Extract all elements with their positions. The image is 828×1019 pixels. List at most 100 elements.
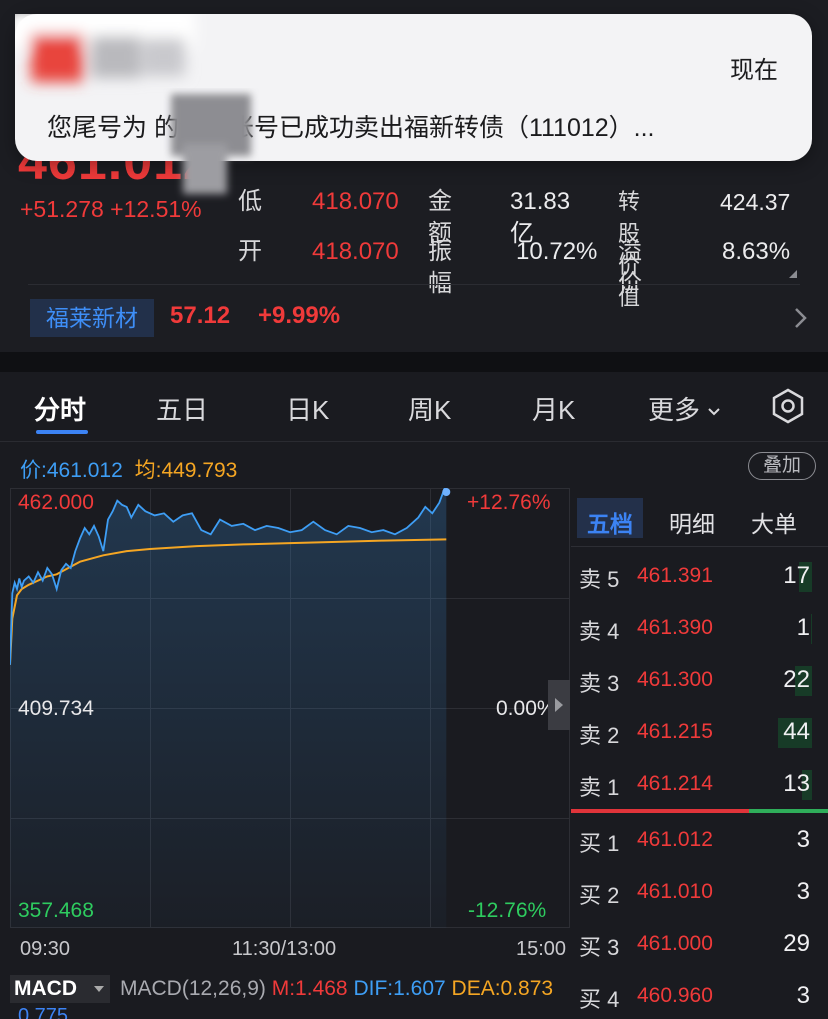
- y-axis-bottom-label: 357.468: [18, 899, 94, 922]
- ask-volume-bar: [811, 614, 812, 644]
- ask-label: 卖 4: [579, 619, 620, 644]
- overlay-button[interactable]: 叠加: [748, 452, 816, 480]
- ask-label: 卖 2: [579, 723, 620, 748]
- bid-label: 买 3: [579, 935, 620, 960]
- tab-monthly-k[interactable]: 月K: [532, 390, 575, 427]
- change-value: +51.278: [20, 196, 104, 222]
- avg-label: 均:: [134, 459, 162, 482]
- bid-row: 买 4 460.960 3: [571, 976, 828, 1016]
- ask-volume: 1: [796, 614, 810, 641]
- collapse-orderbook-tab[interactable]: [548, 680, 570, 730]
- x-axis-end-label: 15:00: [516, 938, 567, 960]
- ask-volume: 17: [783, 562, 810, 589]
- ask-row: 卖 4 461.390 1: [571, 608, 828, 648]
- bid-label: 买 2: [579, 883, 620, 908]
- tab-large-orders[interactable]: 大单: [751, 505, 797, 539]
- bid-volume: 3: [796, 878, 810, 905]
- ask-volume: 22: [783, 666, 810, 693]
- macd-m: M:1.468: [271, 977, 348, 1000]
- bid-label: 买 4: [579, 987, 620, 1012]
- pct-axis-mid-label: 0.00%: [496, 697, 556, 720]
- bid-volume: 3: [796, 826, 810, 853]
- chart-settings-icon[interactable]: [770, 388, 806, 424]
- open-value: 418.070: [312, 238, 399, 265]
- related-stock-name[interactable]: 福莱新材: [30, 299, 154, 337]
- section-gap: [0, 352, 828, 372]
- low-value: 418.070: [312, 188, 399, 215]
- macd-axis-label: 0.775: [18, 1005, 69, 1019]
- related-stock-price: 57.12: [170, 302, 231, 329]
- ask-price: 461.300: [637, 668, 713, 691]
- indicator-bar: MACD MACD(12,26,9) M:1.468 DIF:1.607 DEA…: [10, 975, 570, 1005]
- ask-volume: 44: [783, 718, 810, 745]
- chevron-down-icon: [708, 408, 720, 416]
- amplitude-value: 10.72%: [516, 238, 598, 265]
- premium-label: 溢价: [618, 238, 642, 297]
- divider: [28, 284, 800, 285]
- tab-intraday[interactable]: 分时: [34, 390, 86, 427]
- bid-volume: 3: [796, 982, 810, 1009]
- macd-dif: DIF:1.607: [353, 977, 446, 1000]
- macd-dea: DEA:0.873: [451, 977, 554, 1000]
- pct-axis-top-label: +12.76%: [467, 491, 551, 514]
- ask-price: 461.391: [637, 564, 713, 587]
- pct-axis-bottom-label: -12.76%: [468, 899, 547, 922]
- latest-price-dot: [442, 488, 451, 496]
- order-book: 五档 明细 大单 卖 5 461.391 17 卖 4 461.390 1 卖 …: [571, 488, 828, 1019]
- tab-more[interactable]: 更多: [648, 390, 721, 427]
- indicator-selector[interactable]: MACD: [10, 975, 110, 1003]
- bid-price: 461.000: [637, 932, 713, 955]
- intraday-chart[interactable]: [10, 488, 570, 928]
- open-label: 开: [238, 238, 262, 265]
- avg-price: 449.793: [161, 459, 238, 482]
- indicator-values: MACD(12,26,9) M:1.468 DIF:1.607 DEA:0.87…: [120, 977, 553, 1001]
- ask-label: 卖 5: [579, 567, 620, 592]
- ask-volume: 13: [783, 770, 810, 797]
- bid-label: 买 1: [579, 831, 620, 856]
- premium-value: 8.63%: [722, 238, 791, 265]
- bid-price: 461.012: [637, 828, 713, 851]
- ask-row: 卖 5 461.391 17: [571, 556, 828, 596]
- ask-row: 卖 3 461.300 22: [571, 660, 828, 700]
- active-tab-indicator: [36, 430, 88, 434]
- tab-five-day[interactable]: 五日: [156, 390, 208, 427]
- related-stock-change: +9.99%: [258, 302, 341, 329]
- x-axis-mid-label: 11:30/13:00: [232, 938, 337, 960]
- bid-volume: 29: [783, 930, 810, 957]
- price-label: 价:: [20, 459, 47, 482]
- tab-order-levels[interactable]: 五档: [587, 505, 633, 539]
- bid-row: 买 3 461.000 29: [571, 924, 828, 964]
- price-info-bar: 价:461.012 均:449.793: [20, 454, 237, 484]
- tab-trade-details[interactable]: 明细: [669, 505, 715, 539]
- ask-row: 卖 1 461.214 13: [571, 764, 828, 804]
- tab-daily-k[interactable]: 日K: [286, 390, 329, 427]
- x-axis-start-label: 09:30: [20, 938, 71, 960]
- y-axis-mid-label: 409.734: [18, 697, 94, 720]
- ask-row: 卖 2 461.215 44: [571, 712, 828, 752]
- bid-row: 买 1 461.012 3: [571, 820, 828, 860]
- bid-price: 461.010: [637, 880, 713, 903]
- conv-value: 424.37: [720, 189, 791, 215]
- macd-params: MACD(12,26,9): [120, 977, 266, 1000]
- expand-corner-icon[interactable]: [789, 270, 797, 278]
- notification-message: 您尾号为 的资金账号已成功卖出福新转债（111012）...: [47, 114, 655, 142]
- tab-more-label: 更多: [648, 395, 701, 425]
- notification-time: 现在: [730, 57, 778, 84]
- divider: [571, 546, 828, 547]
- ask-price: 461.214: [637, 772, 713, 795]
- y-axis-top-label: 462.000: [18, 491, 94, 514]
- ask-price: 461.215: [637, 720, 713, 743]
- redacted-account-scribble: [171, 94, 251, 194]
- bid-price: 460.960: [637, 984, 713, 1007]
- bid-ask-ratio-bar: [571, 809, 828, 813]
- ask-label: 卖 3: [579, 671, 620, 696]
- current-price: 461.012: [46, 459, 123, 482]
- amplitude-label: 振幅: [428, 238, 452, 297]
- bid-row: 买 2 461.010 3: [571, 872, 828, 912]
- period-tabs: 分时 五日 日K 周K 月K 更多: [0, 372, 828, 442]
- ask-price: 461.390: [637, 616, 713, 639]
- chevron-right-icon[interactable]: [792, 305, 810, 331]
- notification-banner[interactable]: 现在 您尾号为 的资金账号已成功卖出福新转债（111012）...: [15, 14, 812, 194]
- tab-weekly-k[interactable]: 周K: [408, 390, 451, 427]
- ask-label: 卖 1: [579, 775, 620, 800]
